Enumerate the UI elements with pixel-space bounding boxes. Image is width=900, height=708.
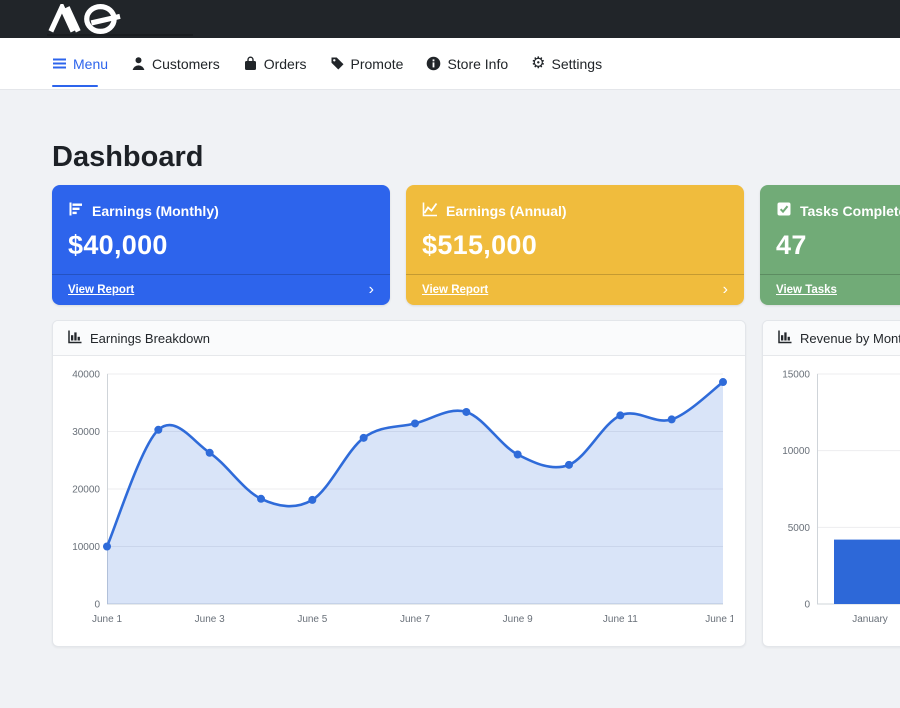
chart-panel-title: Earnings Breakdown (90, 331, 210, 346)
earnings-breakdown-chart: 0 10000 20000 30000 40000 June 1 June 3 June 5 J… (61, 360, 733, 638)
nav-label-customers: Customers (152, 56, 220, 72)
svg-text:0: 0 (94, 600, 100, 611)
stat-card-title: Earnings (Annual) (446, 203, 567, 219)
bar-chart-horizontal-icon (68, 201, 84, 220)
shopping-bag-icon (243, 56, 258, 71)
nav-item-menu[interactable]: Menu (52, 56, 108, 72)
logo-underline (47, 34, 193, 36)
stat-card-value: $515,000 (422, 230, 728, 261)
revenue-by-month-panel: Revenue by Month 0 5000 10000 15000 January (762, 320, 900, 647)
nav-label-store-info: Store Info (447, 56, 508, 72)
svg-text:June 5: June 5 (297, 614, 327, 625)
nav-label-settings: Settings (551, 56, 602, 72)
svg-text:0: 0 (804, 600, 810, 611)
svg-text:30000: 30000 (72, 427, 100, 438)
nav-label-promote: Promote (351, 56, 404, 72)
revenue-by-month-chart: 0 5000 10000 15000 January (771, 360, 900, 638)
page-title: Dashboard (52, 140, 900, 174)
chevron-right-icon: › (723, 282, 728, 298)
stat-card-value: $40,000 (68, 230, 374, 261)
line-chart-icon (422, 201, 438, 220)
charts-row: Earnings Breakdown 0 10000 20000 30000 40000… (52, 320, 900, 647)
stat-card-value: 47 (776, 230, 900, 261)
column-chart-icon (67, 329, 82, 347)
svg-text:10000: 10000 (782, 446, 810, 457)
earnings-annual-card: Earnings (Annual) $515,000 View Report › (406, 185, 744, 305)
svg-text:15000: 15000 (782, 370, 810, 381)
brand-logo-icon (46, 4, 134, 34)
stat-cards-row: Earnings (Monthly) $40,000 View Report ›… (52, 185, 900, 305)
view-report-link-annual[interactable]: View Report › (406, 274, 744, 305)
svg-text:June 1: June 1 (92, 614, 122, 625)
nav-item-store-info[interactable]: Store Info (426, 56, 508, 72)
check-square-icon (776, 201, 792, 220)
svg-text:10000: 10000 (72, 542, 100, 553)
svg-text:June 11: June 11 (603, 614, 638, 625)
nav-label-orders: Orders (264, 56, 307, 72)
chevron-right-icon: › (369, 282, 374, 298)
earnings-monthly-card: Earnings (Monthly) $40,000 View Report › (52, 185, 390, 305)
svg-text:June 9: June 9 (503, 614, 533, 625)
svg-text:January: January (852, 614, 888, 625)
nav-item-customers[interactable]: Customers (131, 56, 220, 72)
stat-card-title: Tasks Completed (800, 203, 900, 219)
view-report-link-monthly[interactable]: View Report › (52, 274, 390, 305)
svg-text:20000: 20000 (72, 485, 100, 496)
view-tasks-link[interactable]: View Tasks › (760, 274, 900, 305)
person-icon (131, 56, 146, 71)
hamburger-icon (52, 56, 67, 71)
active-tab-underline (52, 85, 98, 87)
tasks-completed-card: Tasks Completed 47 View Tasks › (760, 185, 900, 305)
nav-item-promote[interactable]: Promote (330, 56, 404, 72)
svg-text:40000: 40000 (72, 370, 100, 381)
tag-icon (330, 56, 345, 71)
earnings-breakdown-panel: Earnings Breakdown 0 10000 20000 30000 40000… (52, 320, 746, 647)
gear-icon: ⚙ (531, 56, 545, 72)
info-circle-icon (426, 56, 441, 71)
stat-card-title: Earnings (Monthly) (92, 203, 219, 219)
nav-item-settings[interactable]: ⚙ Settings (531, 56, 602, 72)
svg-text:June 7: June 7 (400, 614, 430, 625)
svg-text:June 13: June 13 (705, 614, 733, 625)
svg-text:June 3: June 3 (195, 614, 225, 625)
column-chart-icon (777, 329, 792, 347)
svg-text:5000: 5000 (788, 523, 811, 534)
chart-panel-title: Revenue by Month (800, 331, 900, 346)
main-navbar: Menu Customers Orders Promote Store Info… (0, 38, 900, 90)
nav-item-orders[interactable]: Orders (243, 56, 307, 72)
nav-label-menu: Menu (73, 56, 108, 72)
topbar (0, 0, 900, 38)
